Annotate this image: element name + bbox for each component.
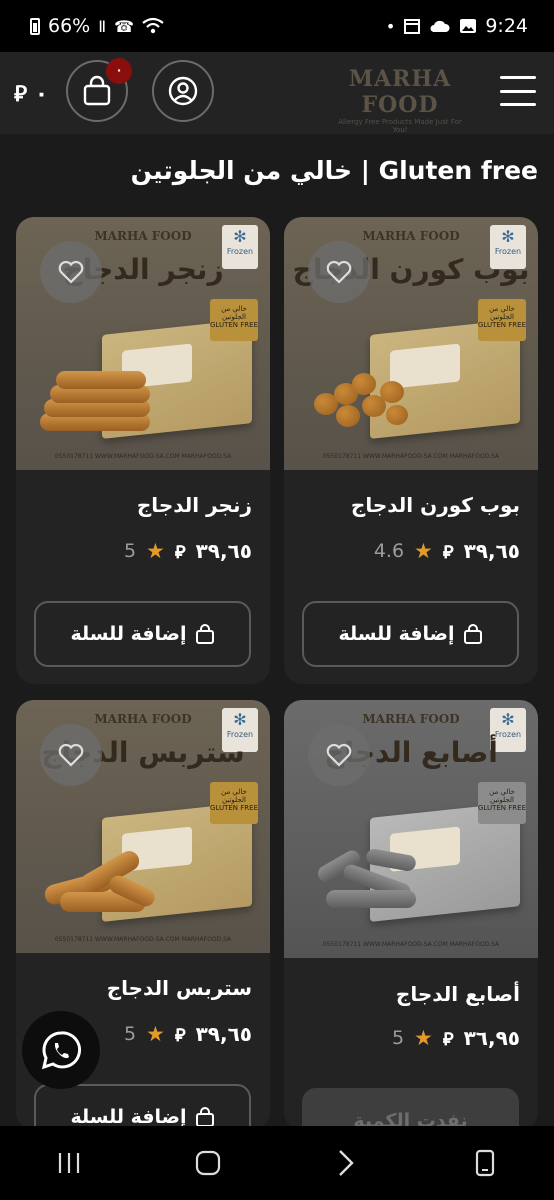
product-name[interactable]: بوب كورن الدجاج — [351, 493, 520, 517]
currency-icon: ⃁ — [174, 541, 186, 563]
shopping-bag-icon — [463, 624, 482, 644]
currency-icon: ⃁ — [442, 1028, 454, 1050]
product-image[interactable]: MARHA FOOD Frozen أصابع الدجاج خالي من ا… — [284, 700, 538, 958]
price-rating-row: 5 ★ ⃁ ٣٩,٦٥ — [124, 539, 252, 563]
shopping-bag-icon — [195, 1107, 214, 1127]
out-of-stock-button[interactable]: نفدت الكمية — [302, 1088, 519, 1130]
system-nav-bar — [0, 1126, 554, 1200]
product-price: ٣٩,٦٥ — [195, 1022, 252, 1046]
cart-button[interactable]: ٠ — [66, 58, 132, 122]
home-button[interactable] — [178, 1133, 238, 1193]
logo-tagline: Allergy Free Products Made Just For You! — [338, 118, 462, 134]
food-graphic — [38, 847, 158, 918]
notification-dot-icon: • — [385, 16, 396, 36]
shopping-bag-icon — [83, 75, 111, 106]
food-graphic — [306, 847, 426, 918]
heart-icon — [326, 260, 352, 284]
gluten-free-tag: خالي من الجلوتين GLUTEN FREE — [478, 782, 526, 824]
image-footer: 0550178711 WWW.MARHAFOOD-SA.COM MARHAFOO… — [322, 453, 500, 460]
add-to-cart-button[interactable]: إضافة للسلة — [302, 601, 519, 667]
add-to-cart-button[interactable]: إضافة للسلة — [34, 601, 251, 667]
product-card[interactable]: MARHA FOOD Frozen بوب كورن الدجاج خالي م… — [284, 217, 538, 684]
add-to-cart-label: إضافة للسلة — [338, 623, 455, 645]
shopping-bag-icon — [195, 624, 214, 644]
product-image[interactable]: MARHA FOOD Frozen ستربس الدجاج خالي من ا… — [16, 700, 270, 953]
status-right: • 9:24 — [386, 15, 528, 37]
chevron-right-icon — [339, 1150, 354, 1176]
gluten-free-tag: خالي من الجلوتين GLUTEN FREE — [210, 299, 258, 341]
heart-icon — [58, 260, 84, 284]
gluten-free-tag: خالي من الجلوتين GLUTEN FREE — [210, 782, 258, 824]
cloud-icon — [430, 20, 450, 32]
product-price: ٣٦,٩٥ — [463, 1026, 520, 1050]
wifi-icon — [142, 17, 164, 34]
image-footer: 0550178711 WWW.MARHAFOOD-SA.COM MARHAFOO… — [322, 941, 500, 948]
add-to-cart-label: إضافة للسلة — [70, 1106, 187, 1128]
wifi-call-icon: ☎ — [114, 16, 135, 36]
star-icon: ★ — [414, 539, 433, 563]
phone-icon — [475, 1149, 494, 1177]
signal-icon: Ⅱ — [98, 16, 107, 36]
image-footer: 0550178711 WWW.MARHAFOOD-SA.COM MARHAFOO… — [54, 453, 232, 460]
rating-value: 5 — [123, 540, 137, 562]
whatsapp-button[interactable] — [22, 1011, 100, 1089]
battery-level: 66% — [48, 15, 91, 37]
rating-value: 4.6 — [373, 540, 405, 562]
product-card[interactable]: MARHA FOOD Frozen زنجر الدجاج خالي من ال… — [16, 217, 270, 684]
price-rating-row: 4.6 ★ ⃁ ٣٩,٦٥ — [374, 539, 520, 563]
favorite-button[interactable] — [308, 724, 370, 786]
logo-text: MARHA FOOD — [348, 66, 452, 118]
product-image[interactable]: MARHA FOOD Frozen زنجر الدجاج خالي من ال… — [16, 217, 270, 470]
clock: 9:24 — [485, 15, 528, 37]
recent-apps-icon — [59, 1153, 80, 1173]
favorite-button[interactable] — [308, 241, 370, 303]
whatsapp-icon — [41, 1031, 82, 1070]
hamburger-menu-icon[interactable] — [500, 76, 536, 106]
favorite-button[interactable] — [40, 724, 102, 786]
favorite-button[interactable] — [40, 241, 102, 303]
device-toggle-button[interactable] — [455, 1133, 515, 1193]
back-button[interactable] — [316, 1133, 376, 1193]
price-rating-row: 5 ★ ⃁ ٣٩,٦٥ — [124, 1022, 252, 1046]
star-icon: ★ — [414, 1026, 433, 1050]
calendar-icon — [404, 19, 421, 34]
top-header: ⃁ ٠ ٠ MARHA FOOD Allergy Free Products M… — [0, 52, 554, 134]
account-button[interactable] — [152, 60, 214, 122]
section-title: خالي من الجلوتين | Gluten free — [130, 156, 538, 185]
product-price: ٣٩,٦٥ — [463, 539, 520, 563]
currency-icon: ⃁ — [442, 541, 454, 563]
product-name[interactable]: أصابع الدجاج — [396, 982, 520, 1006]
battery-icon — [30, 17, 40, 35]
add-to-cart-button[interactable]: إضافة للسلة — [34, 1084, 251, 1130]
add-to-cart-label: إضافة للسلة — [70, 623, 187, 645]
heart-icon — [326, 743, 352, 767]
star-icon: ★ — [146, 1022, 165, 1046]
image-footer: 0550178711 WWW.MARHAFOOD-SA.COM MARHAFOO… — [54, 936, 232, 943]
brand-logo[interactable]: MARHA FOOD Allergy Free Products Made Ju… — [336, 66, 464, 134]
price-rating-row: 5 ★ ⃁ ٣٦,٩٥ — [392, 1026, 520, 1050]
product-price: ٣٩,٦٥ — [195, 539, 252, 563]
product-name[interactable]: ستربس الدجاج — [107, 976, 252, 1000]
rating-value: 5 — [391, 1027, 405, 1049]
home-icon — [195, 1150, 220, 1176]
product-image[interactable]: MARHA FOOD Frozen بوب كورن الدجاج خالي م… — [284, 217, 538, 470]
cart-total: ⃁ ٠ — [14, 82, 49, 107]
user-icon — [168, 76, 198, 106]
product-card[interactable]: MARHA FOOD Frozen أصابع الدجاج خالي من ا… — [284, 700, 538, 1130]
status-left: 66% Ⅱ ☎ — [30, 15, 164, 37]
app-page: 66% Ⅱ ☎ • 9:24 ⃁ ٠ ٠ MARHA FOOD Allergy … — [0, 0, 554, 1200]
heart-icon — [58, 743, 84, 767]
food-graphic — [306, 365, 426, 435]
currency-icon: ⃁ — [174, 1024, 186, 1046]
gallery-icon — [460, 19, 477, 33]
gluten-free-tag: خالي من الجلوتين GLUTEN FREE — [478, 299, 526, 341]
status-bar: 66% Ⅱ ☎ • 9:24 — [0, 0, 554, 52]
product-name[interactable]: زنجر الدجاج — [137, 493, 252, 517]
cart-count-badge: ٠ — [106, 58, 132, 84]
recent-apps-button[interactable] — [39, 1133, 99, 1193]
star-icon: ★ — [146, 539, 165, 563]
rating-value: 5 — [123, 1023, 137, 1045]
food-graphic — [38, 365, 158, 435]
